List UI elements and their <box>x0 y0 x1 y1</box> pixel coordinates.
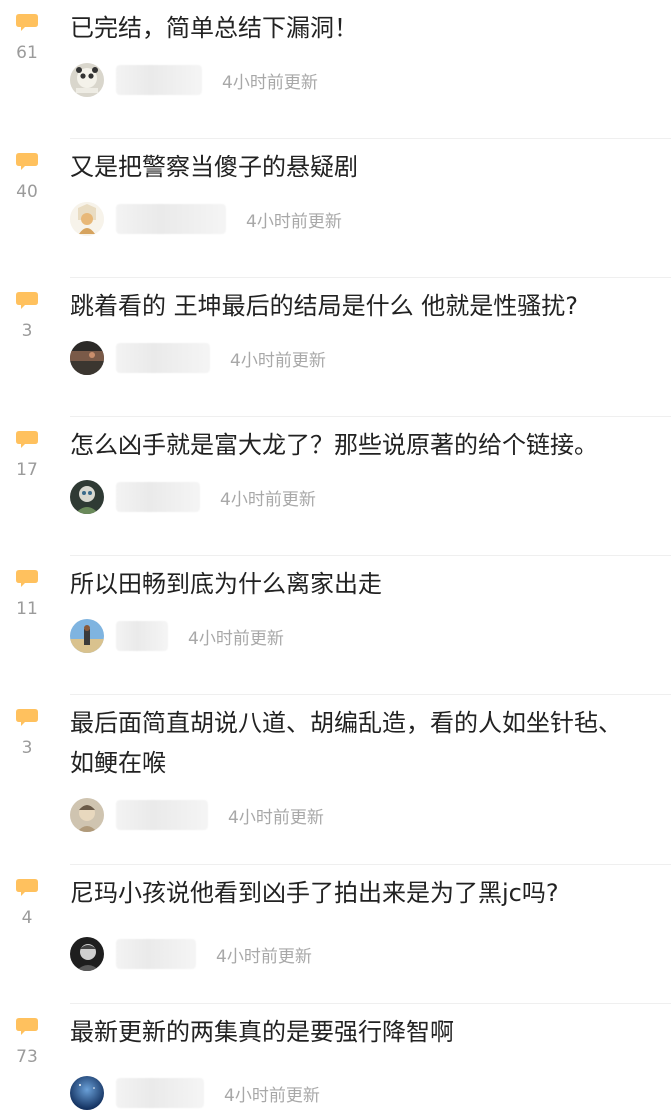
post-title[interactable]: 跳着看的 王坤最后的结局是什么 他就是性骚扰? <box>70 286 650 326</box>
post-item[interactable]: 40 又是把警察当傻子的悬疑剧 4小时前更新 <box>0 139 671 278</box>
portrait-avatar[interactable] <box>70 937 104 971</box>
username-blurred[interactable] <box>116 204 226 234</box>
post-title[interactable]: 尼玛小孩说他看到凶手了拍出来是为了黑jc吗? <box>70 873 650 913</box>
post-meta: 4小时前更新 <box>70 937 312 971</box>
post-item[interactable]: 3 跳着看的 王坤最后的结局是什么 他就是性骚扰? 4小时前更新 <box>0 278 671 417</box>
username-blurred[interactable] <box>116 800 208 830</box>
comment-count: 4 <box>21 908 33 928</box>
update-time: 4小时前更新 <box>224 1085 320 1106</box>
post-meta: 4小时前更新 <box>70 202 342 236</box>
post-list: 61 已完结，简单总结下漏洞！ 4小时前更新 40 又是把警察当傻子的悬疑剧 4… <box>0 0 671 1116</box>
night-sky-avatar[interactable] <box>70 1076 104 1110</box>
username-blurred[interactable] <box>116 482 200 512</box>
comment-icon <box>16 570 38 587</box>
comment-count: 61 <box>16 43 38 63</box>
post-title[interactable]: 已完结，简单总结下漏洞！ <box>70 8 650 48</box>
comment-icon <box>16 14 38 31</box>
post-item[interactable]: 17 怎么凶手就是富大龙了？那些说原著的给个链接。 4小时前更新 <box>0 417 671 556</box>
panda-meme-avatar[interactable] <box>70 63 104 97</box>
post-meta: 4小时前更新 <box>70 341 326 375</box>
post-item[interactable]: 61 已完结，简单总结下漏洞！ 4小时前更新 <box>0 0 671 139</box>
update-time: 4小时前更新 <box>220 489 316 510</box>
buddha-avatar[interactable] <box>70 798 104 832</box>
update-time: 4小时前更新 <box>230 350 326 371</box>
update-time: 4小时前更新 <box>216 946 312 967</box>
comment-count: 73 <box>16 1047 38 1067</box>
username-blurred[interactable] <box>116 621 168 651</box>
cartoon-avatar[interactable] <box>70 202 104 236</box>
username-blurred[interactable] <box>116 1078 204 1108</box>
update-time: 4小时前更新 <box>222 72 318 93</box>
update-time: 4小时前更新 <box>246 211 342 232</box>
update-time: 4小时前更新 <box>188 628 284 649</box>
comment-icon <box>16 431 38 448</box>
beach-avatar[interactable] <box>70 619 104 653</box>
comment-icon <box>16 153 38 170</box>
post-title[interactable]: 所以田畅到底为什么离家出走 <box>70 564 650 604</box>
comment-count: 40 <box>16 182 38 202</box>
post-title[interactable]: 怎么凶手就是富大龙了？那些说原著的给个链接。 <box>70 425 650 465</box>
post-item[interactable]: 3 最后面简直胡说八道、胡编乱造，看的人如坐针毡、如鲠在喉 4小时前更新 <box>0 695 671 865</box>
post-meta: 4小时前更新 <box>70 480 316 514</box>
comment-icon <box>16 709 38 726</box>
post-meta: 4小时前更新 <box>70 1076 320 1110</box>
username-blurred[interactable] <box>116 65 202 95</box>
comment-count: 3 <box>21 738 33 758</box>
comment-count: 17 <box>16 460 38 480</box>
post-meta: 4小时前更新 <box>70 63 318 97</box>
comment-icon <box>16 879 38 896</box>
post-title[interactable]: 又是把警察当傻子的悬疑剧 <box>70 147 650 187</box>
comment-count: 3 <box>21 321 33 341</box>
post-item[interactable]: 73 最新更新的两集真的是要强行降智啊 4小时前更新 <box>0 1004 671 1116</box>
comment-icon <box>16 1018 38 1035</box>
username-blurred[interactable] <box>116 343 210 373</box>
post-meta: 4小时前更新 <box>70 798 324 832</box>
post-item[interactable]: 4 尼玛小孩说他看到凶手了拍出来是为了黑jc吗? 4小时前更新 <box>0 865 671 1004</box>
comment-icon <box>16 292 38 309</box>
update-time: 4小时前更新 <box>228 807 324 828</box>
username-blurred[interactable] <box>116 939 196 969</box>
landscape-avatar[interactable] <box>70 341 104 375</box>
post-meta: 4小时前更新 <box>70 619 284 653</box>
post-title[interactable]: 最后面简直胡说八道、胡编乱造，看的人如坐针毡、如鲠在喉 <box>70 703 640 783</box>
post-title[interactable]: 最新更新的两集真的是要强行降智啊 <box>70 1012 650 1052</box>
post-item[interactable]: 11 所以田畅到底为什么离家出走 4小时前更新 <box>0 556 671 695</box>
character-avatar[interactable] <box>70 480 104 514</box>
comment-count: 11 <box>16 599 38 619</box>
